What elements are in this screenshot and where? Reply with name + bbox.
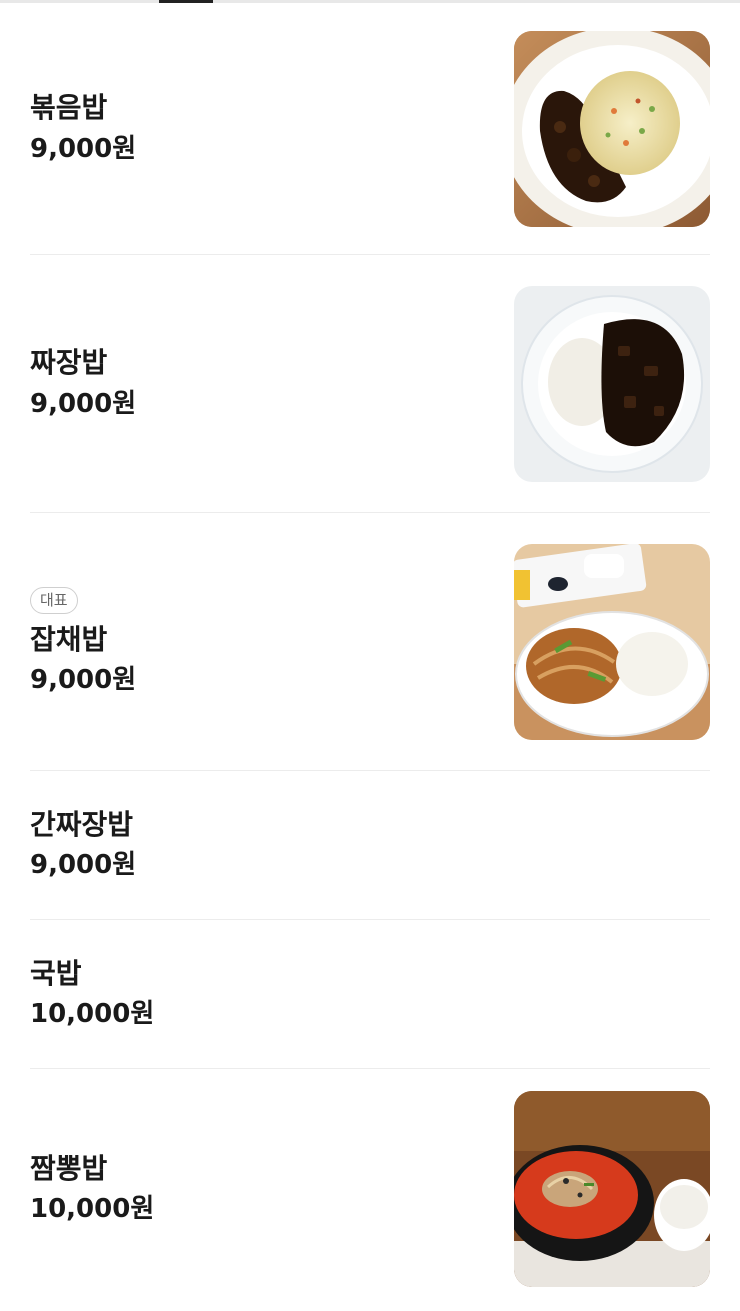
menu-item[interactable]: 볶음밥 9,000원	[30, 3, 710, 255]
menu-item-name: 볶음밥	[30, 91, 108, 125]
menu-item-price: 10,000원	[30, 1194, 155, 1225]
menu-item-name: 잡채밥	[30, 622, 108, 656]
menu-item-name: 국밥	[30, 956, 82, 990]
menu-item[interactable]: 간짜장밥 9,000원	[30, 771, 710, 920]
fried-rice-photo[interactable]	[514, 30, 710, 227]
menu-item-text: 간짜장밥 9,000원	[30, 807, 137, 881]
menu-item-name: 짜장밥	[30, 346, 108, 380]
menu-item[interactable]: 짬뽕밥 10,000원	[30, 1069, 710, 1309]
menu-item-price: 9,000원	[30, 665, 137, 696]
menu-item-text: 짬뽕밥 10,000원	[30, 1151, 155, 1225]
menu-item-text: 볶음밥 9,000원	[30, 92, 136, 164]
menu-item[interactable]: 대표 잡채밥 9,000원	[30, 513, 710, 771]
jjajang-rice-photo[interactable]	[514, 285, 710, 482]
menu-item-text: 대표 잡채밥 9,000원	[30, 586, 137, 696]
menu-item-price: 9,000원	[30, 850, 137, 881]
menu-item-name: 간짜장밥	[30, 807, 134, 841]
menu-item-price: 9,000원	[30, 133, 137, 164]
signature-badge: 대표	[30, 586, 78, 614]
menu-item-price: 9,000원	[30, 388, 137, 419]
menu-list: 볶음밥 9,000원 짜장밥 9,000원 대표 잡채밥 9,000원 간짜장밥…	[0, 3, 740, 1309]
menu-item[interactable]: 짜장밥 9,000원	[30, 255, 710, 513]
jjamppong-rice-photo[interactable]	[514, 1091, 710, 1287]
japchae-rice-photo[interactable]	[514, 543, 710, 740]
menu-item[interactable]: 국밥 10,000원	[30, 920, 710, 1069]
menu-item-text: 짜장밥 9,000원	[30, 347, 136, 419]
menu-item-text: 국밥 10,000원	[30, 956, 155, 1030]
menu-item-name: 짬뽕밥	[30, 1151, 108, 1185]
menu-item-price: 10,000원	[30, 999, 155, 1030]
